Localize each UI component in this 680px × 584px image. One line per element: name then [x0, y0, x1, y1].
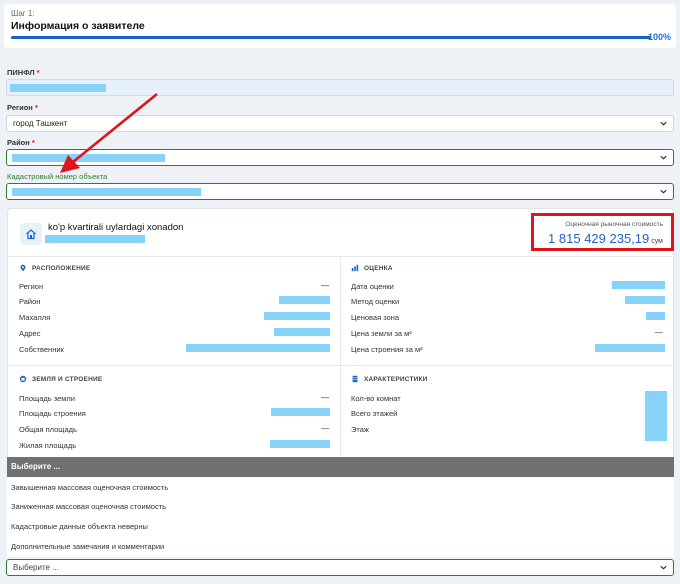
redacted-value — [645, 391, 667, 441]
valuation-land-price-value: — — [655, 328, 663, 337]
step-title: Информация о заявителе — [11, 20, 145, 32]
region-label: Регион * — [7, 103, 38, 112]
region-select[interactable]: город Ташкент — [6, 115, 674, 132]
redacted-value — [10, 84, 106, 92]
location-region-label: Регион — [19, 282, 44, 291]
redacted-value — [612, 281, 665, 289]
redacted-value — [270, 440, 330, 448]
section-land-title: Земля и строение — [32, 376, 103, 383]
price-value: 1 815 429 235,19 сум — [548, 231, 663, 246]
chevron-down-icon — [660, 121, 667, 126]
land-area-value: — — [321, 393, 329, 402]
dropdown-selected-option[interactable]: Выберите ... — [7, 457, 674, 477]
redacted-value — [271, 408, 330, 416]
home-icon-box — [20, 223, 42, 245]
district-label: Район * — [7, 138, 35, 147]
location-owner-label: Собственник — [19, 345, 64, 354]
redacted-value — [279, 296, 330, 304]
chart-icon — [351, 264, 359, 272]
divider — [340, 256, 341, 456]
living-area-label: Жилая площадь — [19, 441, 77, 450]
location-pin-icon — [20, 264, 26, 272]
building-area-label: Площадь строения — [19, 409, 86, 418]
valuation-land-price-label: Цена земли за м² — [351, 329, 412, 338]
land-area-label: Площадь земли — [19, 394, 75, 403]
pinfl-label: ПИНФЛ * — [7, 68, 40, 77]
dropdown-option[interactable]: Заниженная массовая оценочная стоимость — [11, 502, 166, 511]
cadastre-select[interactable] — [6, 183, 674, 200]
redacted-value — [186, 344, 330, 352]
dropdown-options: Завышенная массовая оценочная стоимость … — [7, 477, 674, 557]
redacted-value — [12, 154, 165, 162]
valuation-zone-label: Ценовая зона — [351, 313, 400, 322]
redacted-value — [625, 296, 665, 304]
dropdown-option[interactable]: Кадастровые данные объекта неверны — [11, 522, 148, 531]
valuation-building-price-label: Цена строения за м² — [351, 345, 423, 354]
object-info-card: ko'p kvartirali uylardagi xonadon Оценоч… — [7, 208, 674, 460]
dropdown-option[interactable]: Дополнительные замечания и комментарии — [11, 542, 164, 551]
progress-bar — [11, 36, 651, 39]
redacted-value — [595, 344, 665, 352]
reason-select[interactable]: Выберите ... — [6, 559, 674, 576]
redacted-value — [646, 312, 665, 320]
redacted-value — [12, 188, 201, 196]
location-region-value: — — [321, 281, 329, 290]
redacted-cadastre — [45, 235, 145, 243]
price-label: Оценочная рыночная стоимость — [565, 221, 663, 228]
object-title: ko'p kvartirali uylardagi xonadon — [48, 222, 184, 233]
region-value: город Ташкент — [13, 119, 68, 128]
valuation-date-label: Дата оценки — [351, 282, 394, 291]
location-district-label: Район — [19, 297, 41, 306]
section-location-title: Расположение — [32, 265, 91, 272]
chevron-down-icon — [660, 155, 667, 160]
floor-label: Этаж — [351, 425, 369, 434]
building-icon — [352, 375, 358, 383]
dropdown-option[interactable]: Завышенная массовая оценочная стоимость — [11, 483, 168, 492]
price-highlight: Оценочная рыночная стоимость 1 815 429 2… — [531, 213, 674, 251]
redacted-value — [264, 312, 330, 320]
district-select[interactable] — [6, 149, 674, 166]
section-valuation-title: Оценка — [364, 265, 393, 272]
chevron-down-icon — [660, 565, 667, 570]
valuation-method-label: Метод оценки — [351, 297, 400, 306]
progress-percent: 100% — [647, 32, 671, 42]
rooms-label: Кол-во комнат — [351, 394, 401, 403]
pinfl-input[interactable] — [6, 79, 674, 96]
divider — [8, 365, 673, 366]
step-label: Шаг 1: — [11, 9, 35, 18]
cadastre-label: Кадастровый номер объекта — [7, 172, 108, 181]
floors-total-label: Всего этажей — [351, 409, 398, 418]
chevron-down-icon — [660, 189, 667, 194]
redacted-value — [274, 328, 330, 336]
total-area-label: Общая площадь — [19, 425, 77, 434]
home-icon — [26, 229, 36, 240]
total-area-value: — — [321, 424, 329, 433]
location-mahalla-label: Махалля — [19, 313, 51, 322]
reason-select-value: Выберите ... — [13, 563, 59, 572]
building-icon — [19, 375, 27, 383]
section-characteristics-title: Характеристики — [364, 376, 428, 383]
location-address-label: Адрес — [19, 329, 41, 338]
progress-fill — [11, 36, 651, 39]
step-card: Шаг 1: Информация о заявителе 100% — [4, 4, 676, 48]
